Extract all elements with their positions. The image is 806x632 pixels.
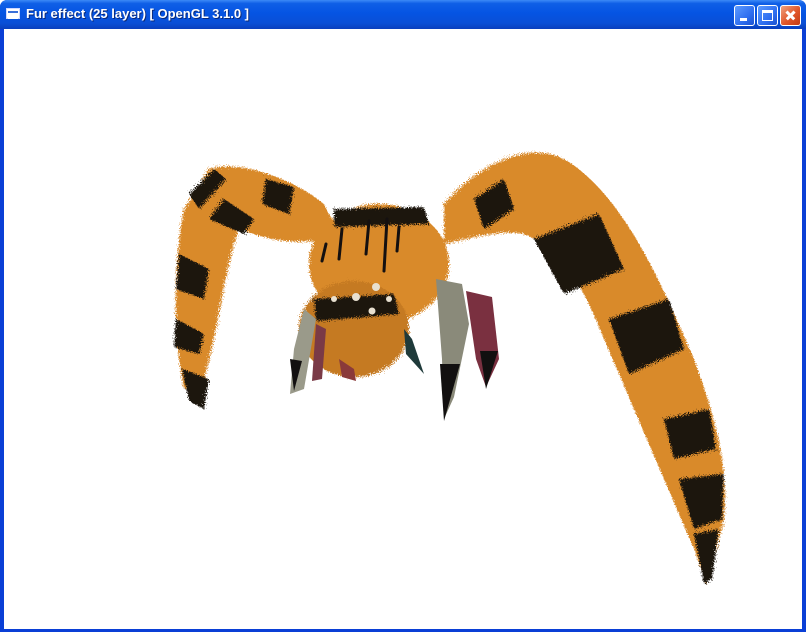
fur-spider-render — [174, 152, 726, 584]
title-bar[interactable]: Fur effect (25 layer) [ OpenGL 3.1.0 ] — [0, 0, 806, 29]
maximize-button[interactable] — [757, 5, 778, 26]
opengl-viewport[interactable] — [4, 29, 802, 629]
app-window: Fur effect (25 layer) [ OpenGL 3.1.0 ] — [0, 0, 806, 632]
minimize-icon — [740, 18, 747, 21]
window-title: Fur effect (25 layer) [ OpenGL 3.1.0 ] — [26, 6, 249, 21]
close-button[interactable] — [780, 5, 801, 26]
close-icon — [781, 6, 800, 25]
app-window-icon[interactable] — [6, 8, 20, 19]
maximize-icon — [762, 10, 773, 21]
minimize-button[interactable] — [734, 5, 755, 26]
